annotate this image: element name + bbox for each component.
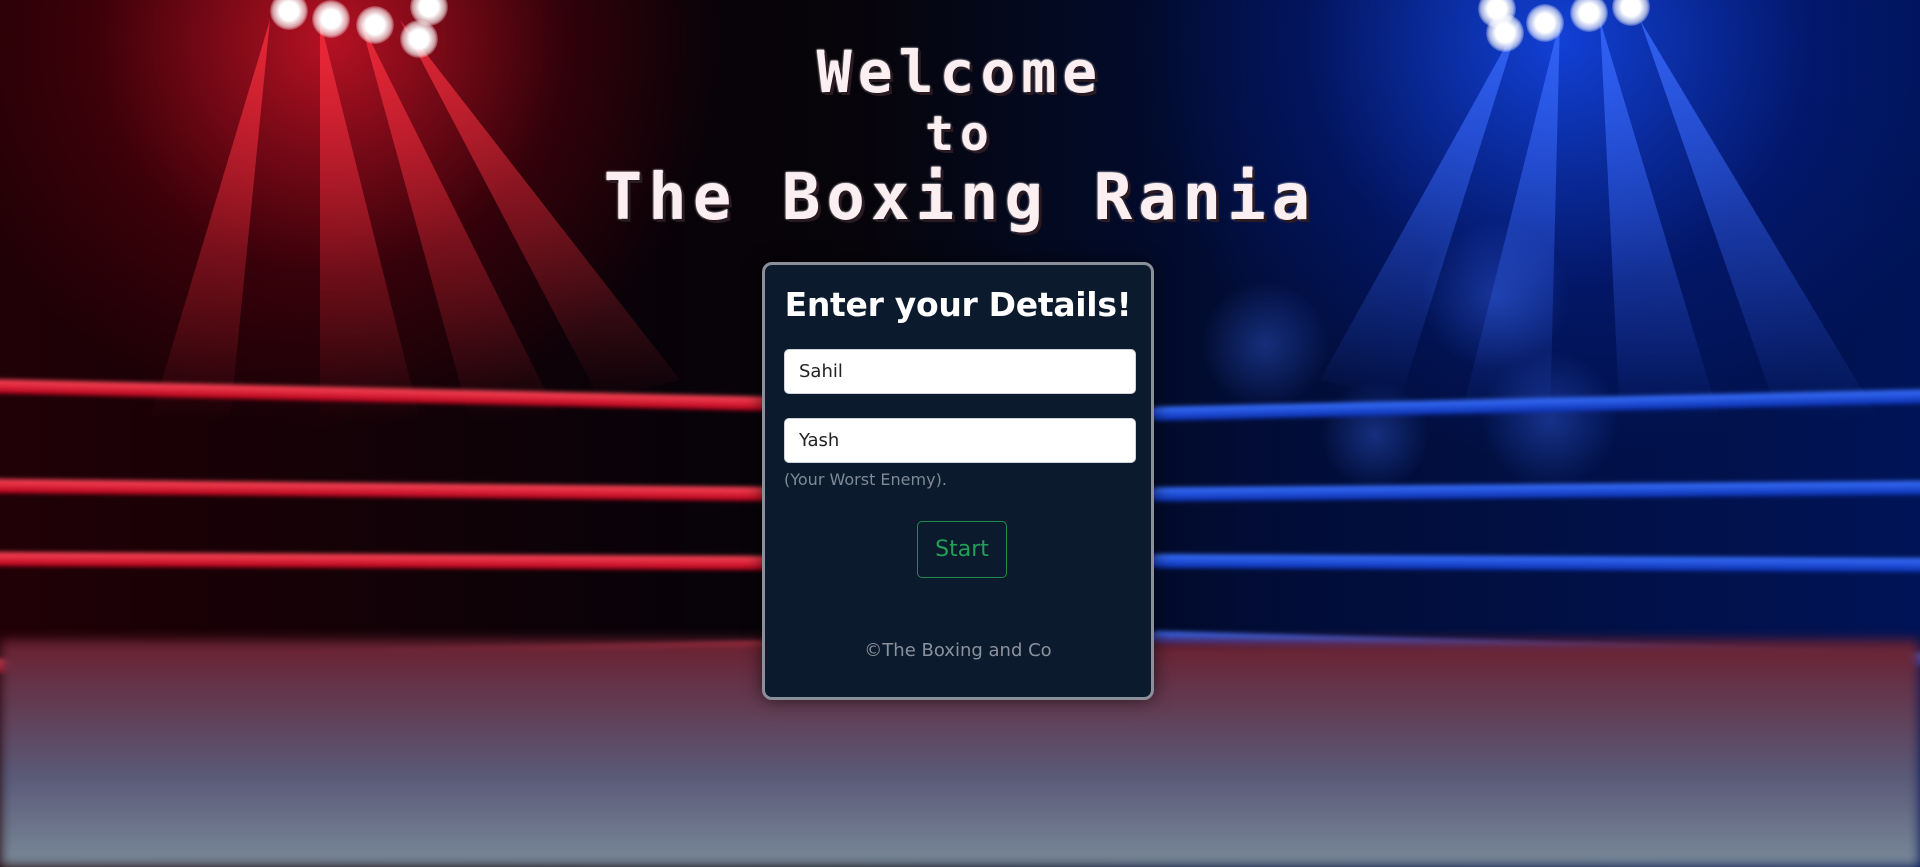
form-heading: Enter your Details!: [784, 285, 1132, 324]
details-form-card: Enter your Details! (Your Worst Enemy). …: [762, 262, 1154, 700]
stadium-lamp-icon: [312, 0, 350, 38]
bokeh-light: [1200, 280, 1330, 410]
bokeh-light: [1420, 220, 1570, 370]
arena-background: Welcome to The Boxing Rania Enter your D…: [0, 0, 1920, 867]
title-line-game-name: The Boxing Rania: [603, 161, 1317, 235]
page-title: Welcome to The Boxing Rania: [0, 38, 1920, 234]
player-two-helper-text: (Your Worst Enemy).: [784, 470, 947, 489]
start-button[interactable]: Start: [917, 521, 1007, 578]
player-two-name-input[interactable]: [784, 418, 1136, 463]
player-one-name-input[interactable]: [784, 349, 1136, 394]
bokeh-light: [1320, 380, 1430, 490]
title-line-to: to: [925, 106, 995, 162]
stadium-lamp-icon: [1526, 4, 1564, 42]
bokeh-light: [1480, 350, 1620, 490]
copyright-footer: ©The Boxing and Co: [864, 640, 1052, 661]
title-line-welcome: Welcome: [816, 38, 1104, 106]
